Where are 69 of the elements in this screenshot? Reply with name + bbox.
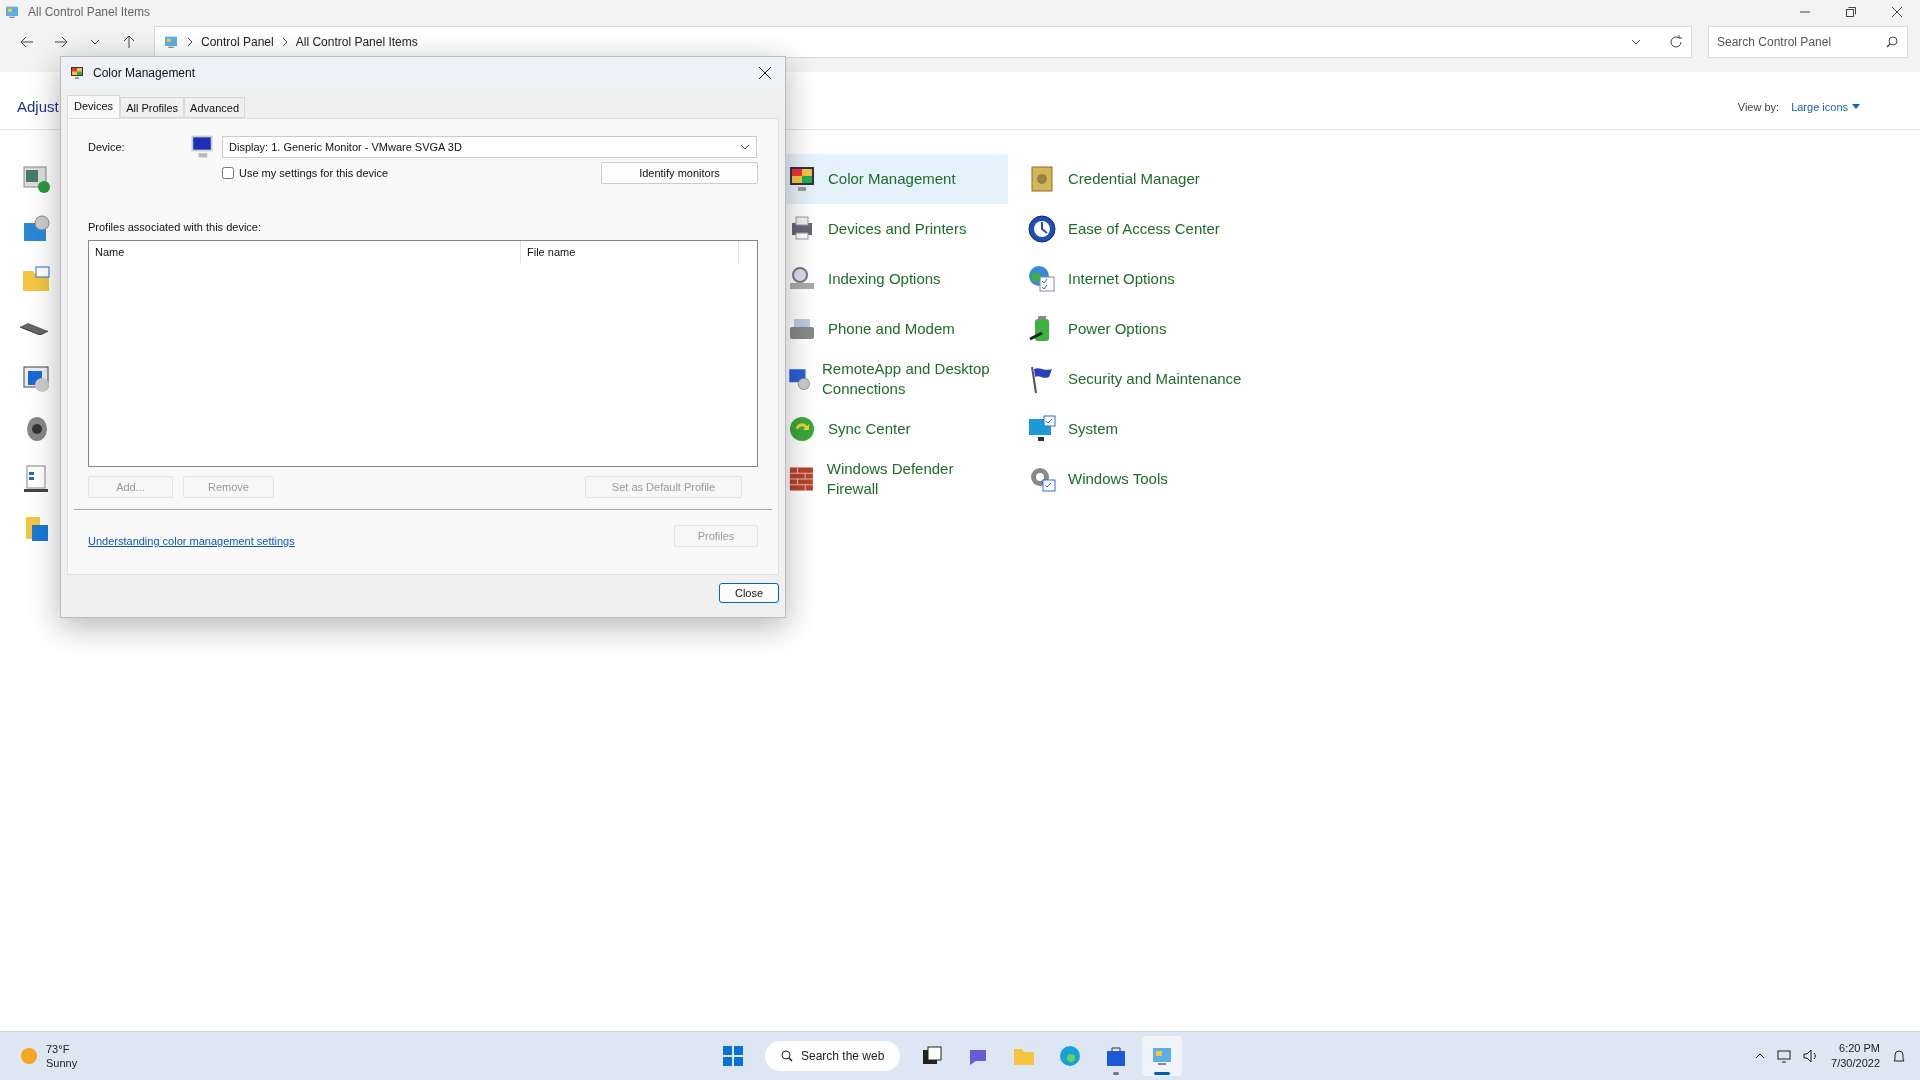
search-icon (1886, 36, 1898, 48)
tab[interactable]: Devices (67, 95, 121, 118)
tab[interactable]: Advanced (184, 97, 246, 118)
chevron-icon (187, 38, 193, 46)
control-panel-item[interactable]: Credential Manager (1020, 154, 1248, 204)
dropdown-icon (1631, 39, 1641, 45)
restore-icon (1846, 7, 1856, 17)
notification-icon (1892, 1049, 1906, 1063)
chevron-icon (281, 38, 288, 46)
column-header[interactable]: File name (521, 241, 739, 263)
device-dropdown[interactable]: Display: 1. Generic Monitor - VMware SVGA 3D (222, 136, 757, 158)
control-panel-item[interactable]: Ease of Access Center (1020, 204, 1248, 254)
clock-date: 7/30/2022 (1831, 1056, 1880, 1071)
control-panel-item[interactable]: Security and Maintenance (1020, 354, 1248, 404)
search-icon (781, 1050, 793, 1062)
dialog-title: Color Management (93, 66, 196, 80)
back-arrow-icon (20, 36, 34, 48)
globe-checklist-icon (1026, 263, 1058, 295)
control-panel-item[interactable]: Power Options (1020, 304, 1248, 354)
breadcrumb[interactable]: Control Panel (201, 35, 274, 49)
media-player-icon (20, 163, 52, 195)
view-by-dropdown[interactable]: Large icons (1791, 100, 1860, 113)
close-dialog-button[interactable]: Close (719, 583, 779, 603)
clock-time: 6:20 PM (1839, 1041, 1880, 1056)
control-panel-item[interactable]: Devices and Printers (780, 204, 1008, 254)
control-panel-item[interactable]: Indexing Options (780, 254, 1008, 304)
control-panel-item[interactable]: Phone and Modem (780, 304, 1008, 354)
chevron-down-icon (740, 144, 750, 150)
control-panel-item[interactable]: System (1020, 404, 1248, 454)
weather-condition: Sunny (46, 1056, 78, 1070)
up-arrow-icon (123, 35, 135, 49)
start-icon (721, 1044, 745, 1068)
control-panel-icon (4, 4, 20, 20)
control-panel-item[interactable]: Windows Tools (1020, 454, 1248, 504)
close-icon (759, 67, 771, 79)
breadcrumb[interactable]: All Control Panel Items (295, 35, 418, 49)
device-label: Device: (88, 141, 126, 153)
window-title: All Control Panel Items (28, 5, 151, 19)
monitor-icon (69, 65, 85, 81)
display-disc-icon (20, 363, 52, 395)
chevron-down-icon (90, 39, 100, 45)
close-icon (1892, 7, 1902, 17)
network-icon (1777, 1049, 1792, 1063)
control-panel-item[interactable]: Windows Defender Firewall (780, 454, 1008, 504)
control-panel-icon (163, 34, 179, 50)
help-link[interactable]: Understanding color management settings (88, 535, 295, 547)
control-panel-item[interactable]: Internet Options (1020, 254, 1248, 304)
identify-monitors-button[interactable]: Identify monitors (601, 162, 758, 184)
profiles-label: Profiles associated with this device: (88, 221, 263, 233)
taskbar-search[interactable]: Search the web (765, 1041, 901, 1071)
caret-icon (1852, 104, 1860, 109)
control-panel-item[interactable]: Sync Center (780, 404, 1008, 454)
forward-arrow-icon (54, 36, 68, 48)
keyboard-icon (20, 323, 48, 335)
browser-icon (1058, 1044, 1083, 1068)
checkbox-label: Use my settings for this device (239, 167, 389, 179)
page-heading: Adjust (17, 98, 59, 115)
temperature: 73°F (46, 1042, 71, 1056)
control-panel-item[interactable]: RemoteApp and Desktop Connections (780, 354, 1008, 404)
checkbox[interactable] (222, 167, 234, 179)
view-by-label: View by: (1737, 100, 1780, 113)
address-bar[interactable]: Control Panel All Control Panel Items (154, 26, 1692, 58)
search-field[interactable]: Search Control Panel (1708, 26, 1908, 58)
refresh-icon (1669, 35, 1683, 49)
sun-icon (20, 1047, 38, 1065)
control-panel-button[interactable] (1142, 1036, 1183, 1076)
tab[interactable]: All Profiles (120, 97, 185, 118)
column-header[interactable]: Name (89, 241, 521, 263)
chevron-up-icon (1755, 1053, 1766, 1059)
